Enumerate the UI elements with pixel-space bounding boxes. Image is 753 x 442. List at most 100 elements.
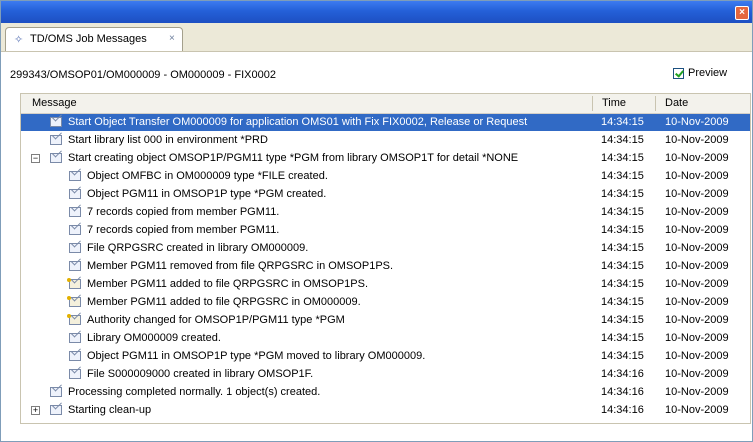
message-date: 10-Nov-2009 — [665, 350, 729, 362]
table-row[interactable]: Object OMFBC in OM000009 type *FILE crea… — [21, 168, 750, 185]
message-text: Authority changed for OMSOP1P/PGM11 type… — [87, 314, 345, 326]
window-close-button[interactable]: × — [735, 6, 749, 20]
message-date: 10-Nov-2009 — [665, 152, 729, 164]
message-date: 10-Nov-2009 — [665, 386, 729, 398]
table-row[interactable]: Start Object Transfer OM000009 for appli… — [21, 114, 750, 131]
table-row[interactable]: − Start creating object OMSOP1P/PGM11 typ… — [21, 150, 750, 167]
message-text: Object PGM11 in OMSOP1P type *PGM create… — [87, 188, 327, 200]
envelope-icon — [50, 153, 62, 163]
message-text: Start library list 000 in environment *P… — [68, 134, 268, 146]
table-row[interactable]: Start library list 000 in environment *P… — [21, 132, 750, 149]
tab-job-messages[interactable]: ✧ TD/OMS Job Messages × — [5, 27, 183, 51]
message-date: 10-Nov-2009 — [665, 260, 729, 272]
message-text: Member PGM11 added to file QRPGSRC in OM… — [87, 296, 361, 308]
table-row[interactable]: Object PGM11 in OMSOP1P type *PGM create… — [21, 186, 750, 203]
message-time: 14:34:15 — [601, 188, 644, 200]
message-time: 14:34:15 — [601, 170, 644, 182]
message-date: 10-Nov-2009 — [665, 404, 729, 416]
message-time: 14:34:15 — [601, 224, 644, 236]
column-divider[interactable] — [592, 96, 593, 111]
message-text: 7 records copied from member PGM11. — [87, 206, 280, 218]
table-row[interactable]: Object PGM11 in OMSOP1P type *PGM moved … — [21, 348, 750, 365]
message-date: 10-Nov-2009 — [665, 134, 729, 146]
column-header-date[interactable]: Date — [665, 97, 688, 109]
envelope-icon — [69, 243, 81, 253]
message-time: 14:34:15 — [601, 260, 644, 272]
message-date: 10-Nov-2009 — [665, 332, 729, 344]
envelope-warning-icon — [67, 314, 81, 325]
envelope-warning-icon — [67, 278, 81, 289]
job-path: 299343/OMSOP01/OM000009 - OM000009 - FIX… — [10, 69, 276, 81]
tab-close-icon[interactable]: × — [169, 33, 175, 44]
message-text: File S000009000 created in library OMSOP… — [87, 368, 314, 380]
table-row[interactable]: Member PGM11 added to file QRPGSRC in OM… — [21, 276, 750, 293]
message-date: 10-Nov-2009 — [665, 116, 729, 128]
tab-strip: ✧ TD/OMS Job Messages × ⟳ — [1, 23, 752, 69]
message-time: 14:34:15 — [601, 242, 644, 254]
message-date: 10-Nov-2009 — [665, 224, 729, 236]
column-header-message[interactable]: Message — [32, 97, 77, 109]
message-text: Starting clean-up — [68, 404, 152, 416]
envelope-icon — [50, 387, 62, 397]
envelope-icon — [69, 225, 81, 235]
message-time: 14:34:15 — [601, 152, 644, 164]
table-row[interactable]: 7 records copied from member PGM11. 14:34… — [21, 222, 750, 239]
table-row[interactable]: Member PGM11 removed from file QRPGSRC i… — [21, 258, 750, 275]
column-header-time[interactable]: Time — [602, 97, 626, 109]
preview-label: Preview — [688, 67, 728, 79]
preview-checkbox[interactable] — [673, 68, 684, 79]
message-text: Member PGM11 removed from file QRPGSRC i… — [87, 260, 394, 272]
envelope-icon — [69, 207, 81, 217]
message-time: 14:34:15 — [601, 134, 644, 146]
message-time: 14:34:15 — [601, 332, 644, 344]
message-date: 10-Nov-2009 — [665, 368, 729, 380]
message-text: Start creating object OMSOP1P/PGM11 type… — [68, 152, 519, 164]
message-date: 10-Nov-2009 — [665, 188, 729, 200]
message-text: Object OMFBC in OM000009 type *FILE crea… — [87, 170, 328, 182]
message-date: 10-Nov-2009 — [665, 170, 729, 182]
messages-table: Message Time Date Start Object Transfer … — [20, 93, 751, 424]
envelope-icon — [69, 351, 81, 361]
envelope-icon — [69, 261, 81, 271]
message-time: 14:34:15 — [601, 206, 644, 218]
table-row[interactable]: + Starting clean-up 14:34:16 10-Nov-2009 — [21, 402, 750, 419]
collapse-icon[interactable]: − — [31, 154, 40, 163]
message-text: Member PGM11 added to file QRPGSRC in OM… — [87, 278, 369, 290]
table-row[interactable]: Member PGM11 added to file QRPGSRC in OM… — [21, 294, 750, 311]
message-text: File QRPGSRC created in library OM000009… — [87, 242, 309, 254]
table-row[interactable]: Processing completed normally. 1 object(… — [21, 384, 750, 401]
table-header: Message Time Date — [21, 94, 750, 114]
column-divider[interactable] — [655, 96, 656, 111]
message-time: 14:34:15 — [601, 278, 644, 290]
message-text: 7 records copied from member PGM11. — [87, 224, 280, 236]
message-time: 14:34:15 — [601, 350, 644, 362]
table-row[interactable]: 7 records copied from member PGM11. 14:34… — [21, 204, 750, 221]
expand-icon[interactable]: + — [31, 406, 40, 415]
table-row[interactable]: Library OM000009 created. 14:34:15 10-Nov-… — [21, 330, 750, 347]
message-time: 14:34:15 — [601, 296, 644, 308]
table-row[interactable]: Authority changed for OMSOP1P/PGM11 type… — [21, 312, 750, 329]
envelope-icon — [69, 189, 81, 199]
envelope-icon — [50, 117, 62, 127]
message-text: Object PGM11 in OMSOP1P type *PGM moved … — [87, 350, 426, 362]
view-icon: ✧ — [14, 34, 24, 46]
message-time: 14:34:15 — [601, 116, 644, 128]
title-bar: × — [1, 1, 752, 23]
message-time: 14:34:16 — [601, 386, 644, 398]
message-time: 14:34:15 — [601, 314, 644, 326]
message-date: 10-Nov-2009 — [665, 314, 729, 326]
message-text: Processing completed normally. 1 object(… — [68, 386, 321, 398]
message-text: Start Object Transfer OM000009 for appli… — [68, 116, 528, 128]
table-row[interactable]: File S000009000 created in library OMSOP… — [21, 366, 750, 383]
message-date: 10-Nov-2009 — [665, 296, 729, 308]
message-date: 10-Nov-2009 — [665, 278, 729, 290]
envelope-warning-icon — [67, 296, 81, 307]
message-date: 10-Nov-2009 — [665, 242, 729, 254]
window: × ✧ TD/OMS Job Messages × ⟳ 299343/OMSOP… — [0, 0, 753, 442]
message-time: 14:34:16 — [601, 404, 644, 416]
message-text: Library OM000009 created. — [87, 332, 221, 344]
message-time: 14:34:16 — [601, 368, 644, 380]
table-row[interactable]: File QRPGSRC created in library OM000009… — [21, 240, 750, 257]
envelope-icon — [69, 369, 81, 379]
envelope-icon — [50, 135, 62, 145]
